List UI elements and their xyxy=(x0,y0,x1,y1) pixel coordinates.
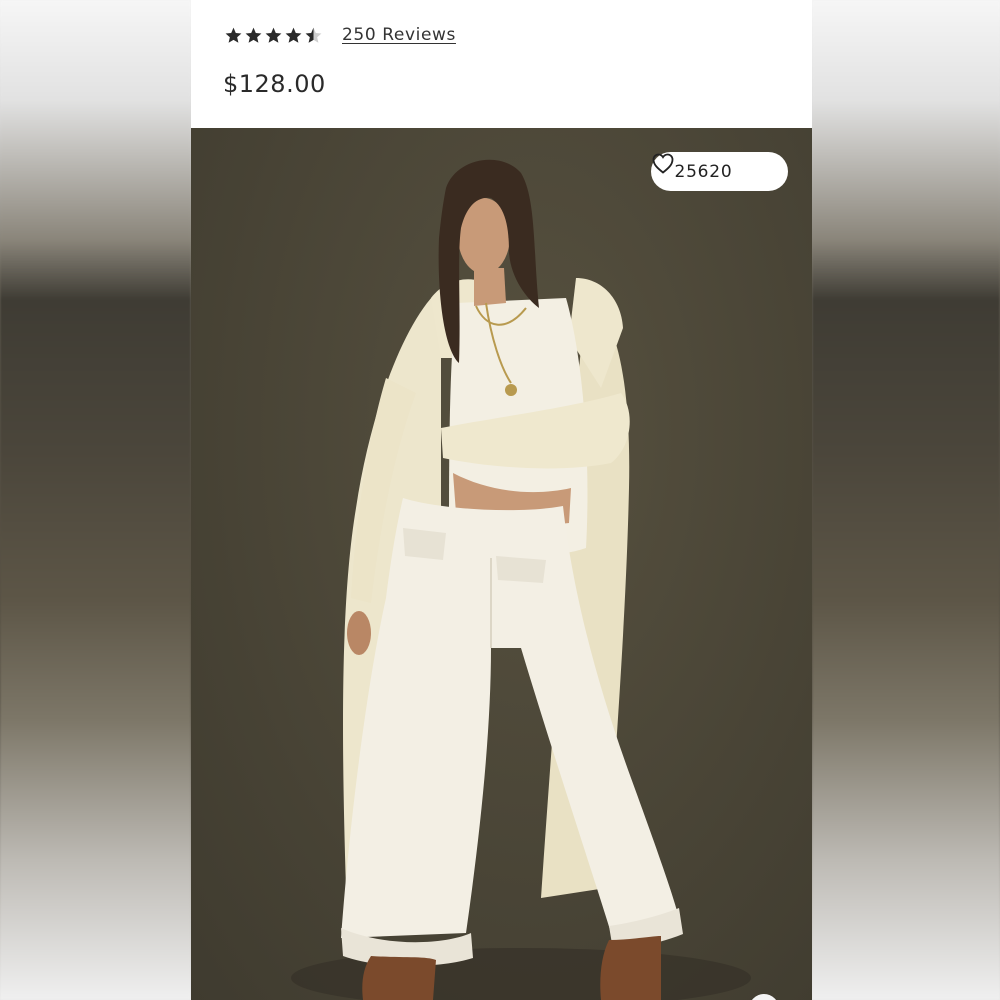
product-photo[interactable]: 25620 xyxy=(191,128,812,1000)
star-full-icon xyxy=(224,26,243,45)
rating-row: 250 Reviews xyxy=(224,22,456,48)
star-full-icon xyxy=(264,26,283,45)
product-panel: 250 Reviews $128.00 25620 xyxy=(191,0,812,1000)
model-illustration xyxy=(291,159,751,1000)
heart-icon xyxy=(652,153,765,183)
product-price: $128.00 xyxy=(223,70,326,98)
star-rating xyxy=(224,26,323,45)
background-blur-right xyxy=(812,0,1000,1000)
favorite-count: 25620 xyxy=(674,161,733,182)
product-header: 250 Reviews $128.00 xyxy=(191,0,812,128)
reviews-link[interactable]: 250 Reviews xyxy=(342,25,456,45)
favorite-button[interactable]: 25620 xyxy=(651,152,788,191)
star-half-icon xyxy=(304,26,323,45)
background-blur-left xyxy=(0,0,191,1000)
star-full-icon xyxy=(284,26,303,45)
star-full-icon xyxy=(244,26,263,45)
